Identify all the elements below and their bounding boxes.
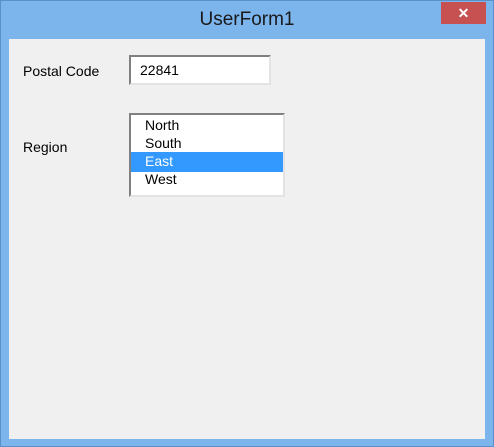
- region-listbox[interactable]: North South East West: [129, 113, 285, 197]
- close-button[interactable]: ✕: [441, 2, 486, 24]
- form-client-area: Postal Code 22841 Region North South Eas…: [9, 39, 485, 439]
- close-icon: ✕: [457, 5, 470, 21]
- postal-code-label: Postal Code: [23, 63, 100, 79]
- region-option-south[interactable]: South: [131, 134, 283, 154]
- region-option-east[interactable]: East: [131, 152, 283, 172]
- postal-code-input[interactable]: 22841: [129, 55, 271, 85]
- userform-window: UserForm1 ✕ Postal Code 22841 Region Nor…: [0, 0, 494, 447]
- region-option-west[interactable]: West: [131, 170, 283, 190]
- title-bar[interactable]: UserForm1 ✕: [1, 1, 493, 39]
- window-title: UserForm1: [199, 9, 295, 30]
- region-label: Region: [23, 139, 68, 155]
- region-option-north[interactable]: North: [131, 116, 283, 136]
